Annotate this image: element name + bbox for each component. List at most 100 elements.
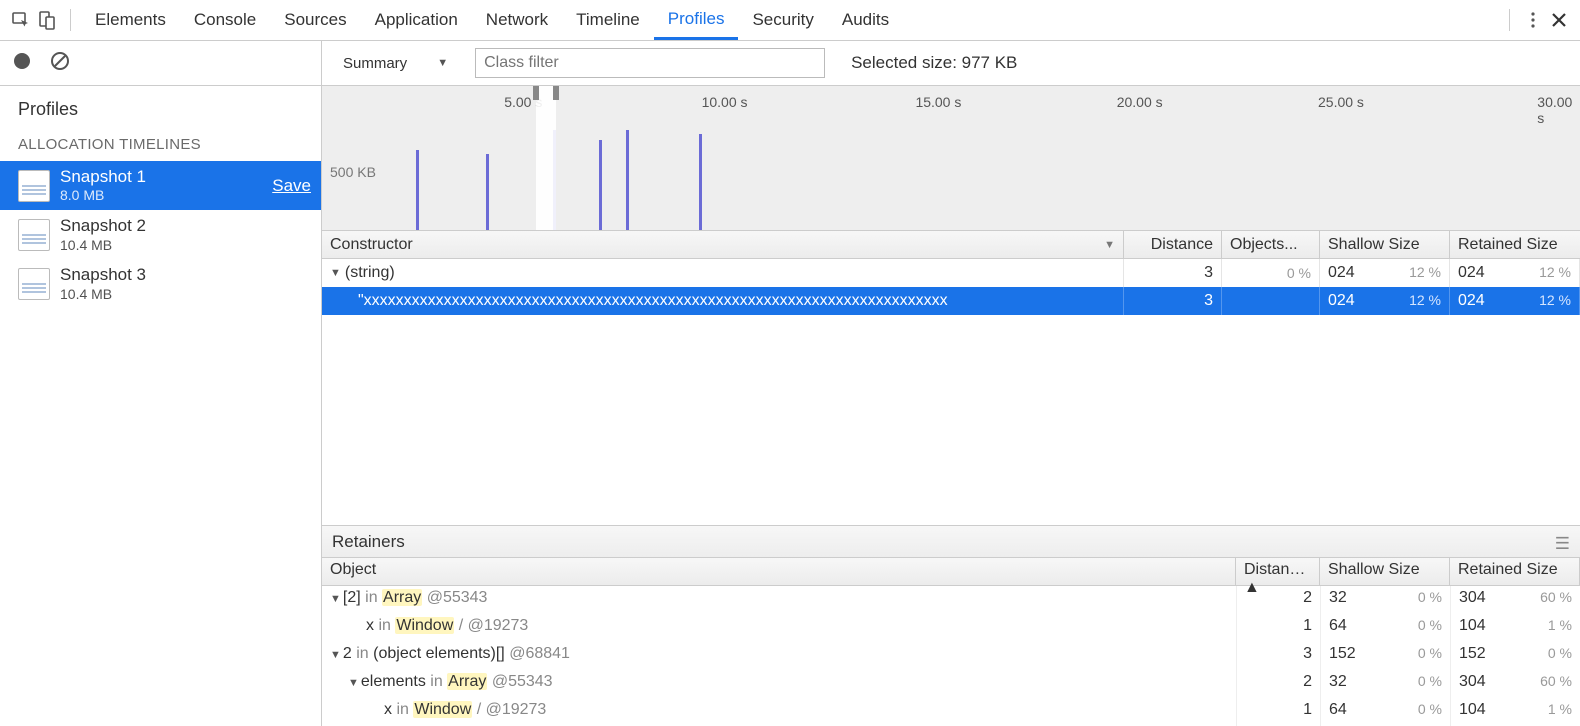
selection-handle[interactable]: [533, 86, 539, 100]
header-constructor[interactable]: Constructor▼: [322, 231, 1124, 258]
timeline-selection[interactable]: [536, 86, 556, 230]
hamburger-icon[interactable]: ☰: [1555, 534, 1570, 554]
timeline-ylabel: 500 KB: [330, 164, 376, 180]
retainer-row[interactable]: ▼[2] in Array @55343 2 320 % 30460 %: [322, 586, 1580, 614]
snapshot-icon: [18, 170, 50, 202]
snapshot-item[interactable]: Snapshot 1 8.0 MB Save: [0, 161, 321, 210]
allocation-bar: [416, 150, 419, 230]
header-shallow2[interactable]: Shallow Size: [1320, 558, 1450, 585]
allocation-timeline[interactable]: 500 KB 5.00 s10.00 s15.00 s20.00 s25.00 …: [322, 86, 1580, 231]
view-select[interactable]: Summary ▼: [334, 50, 457, 77]
tab-console[interactable]: Console: [180, 0, 270, 40]
snapshot-name: Snapshot 3: [60, 265, 311, 285]
inspect-icon[interactable]: [8, 7, 34, 33]
separator: [70, 9, 71, 31]
timeline-tick: 30.00 s: [1537, 94, 1572, 126]
retainers-table-body: ▼[2] in Array @55343 2 320 % 30460 % x i…: [322, 586, 1580, 726]
tab-profiles[interactable]: Profiles: [654, 0, 739, 40]
header-object[interactable]: Object: [322, 558, 1236, 585]
header-distance[interactable]: Distance: [1124, 231, 1222, 258]
profiles-sidebar: Profiles ALLOCATION TIMELINES Snapshot 1…: [0, 41, 322, 726]
retainers-table-header: Object Distan…▲ Shallow Size Retained Si…: [322, 558, 1580, 586]
tab-audits[interactable]: Audits: [828, 0, 903, 40]
snapshot-icon: [18, 219, 50, 251]
tab-security[interactable]: Security: [738, 0, 827, 40]
retainer-row[interactable]: ▼2 in (object elements)[] @68841 3 1520 …: [322, 642, 1580, 670]
cell-shallow: 1520 %: [1320, 642, 1450, 670]
timeline-tick: 15.00 s: [915, 94, 961, 110]
retainer-suffix: @55343: [422, 589, 487, 606]
cell-retained: 30460 %: [1450, 670, 1580, 698]
sidebar-title: Profiles: [0, 86, 321, 126]
header-shallow[interactable]: Shallow Size: [1320, 231, 1450, 258]
retainer-row[interactable]: ▼elements in Array @55343 2 320 % 30460 …: [322, 670, 1580, 698]
tab-timeline[interactable]: Timeline: [562, 0, 654, 40]
retainer-suffix: @68841: [505, 645, 570, 662]
retainer-suffix: / @19273: [472, 701, 546, 718]
cell-shallow: 640 %: [1320, 614, 1450, 642]
separator: [1509, 9, 1510, 31]
devtools-tabs: ElementsConsoleSourcesApplicationNetwork…: [0, 0, 1580, 41]
tab-network[interactable]: Network: [472, 0, 562, 40]
retainer-row[interactable]: x in Window / @19273 1 640 % 1041 %: [322, 614, 1580, 642]
constructor-text: (string): [345, 264, 395, 282]
snapshot-item[interactable]: Snapshot 3 10.4 MB: [0, 259, 321, 308]
timeline-tick: 10.00 s: [702, 94, 748, 110]
header-retained[interactable]: Retained Size: [1450, 231, 1580, 258]
allocation-bar: [699, 134, 702, 230]
cell-retained: 30460 %: [1450, 586, 1580, 614]
tab-application[interactable]: Application: [361, 0, 472, 40]
view-select-label: Summary: [343, 55, 407, 72]
kebab-icon[interactable]: [1520, 7, 1546, 33]
header-distance2[interactable]: Distan…▲: [1236, 558, 1320, 585]
controls-bar: Summary ▼ Selected size: 977 KB: [322, 41, 1580, 86]
cell-shallow: 320 %: [1320, 586, 1450, 614]
close-icon[interactable]: [1546, 7, 1572, 33]
header-objects[interactable]: Objects...: [1222, 231, 1320, 258]
timeline-tick: 20.00 s: [1117, 94, 1163, 110]
retainers-title: Retainers: [332, 532, 405, 552]
header-retained2[interactable]: Retained Size: [1450, 558, 1580, 585]
cell-distance: 1: [1236, 698, 1320, 726]
cell-objects: 0 %: [1222, 259, 1320, 287]
allocation-bar: [599, 140, 602, 230]
snapshot-size: 8.0 MB: [60, 187, 272, 204]
cell-retained: 02412 %: [1450, 259, 1580, 287]
table-row[interactable]: "xxxxxxxxxxxxxxxxxxxxxxxxxxxxxxxxxxxxxxx…: [322, 287, 1580, 315]
cell-distance: 1: [1236, 614, 1320, 642]
cell-distance: 2: [1236, 586, 1320, 614]
cell-shallow: 320 %: [1320, 670, 1450, 698]
cell-shallow: 02412 %: [1320, 287, 1450, 315]
tab-elements[interactable]: Elements: [81, 0, 180, 40]
record-icon[interactable]: [12, 51, 32, 75]
device-icon[interactable]: [34, 7, 60, 33]
snapshot-size: 10.4 MB: [60, 237, 311, 254]
cell-retained: 1041 %: [1450, 614, 1580, 642]
retainer-row[interactable]: x in Window / @19273 1 640 % 1041 %: [322, 698, 1580, 726]
disclosure-icon[interactable]: ▼: [330, 649, 341, 661]
tab-sources[interactable]: Sources: [270, 0, 360, 40]
disclosure-icon[interactable]: ▼: [348, 677, 359, 689]
cell-distance: 3: [1124, 259, 1222, 287]
cell-shallow: 640 %: [1320, 698, 1450, 726]
class-filter-input[interactable]: [475, 48, 825, 78]
snapshot-item[interactable]: Snapshot 2 10.4 MB: [0, 210, 321, 259]
table-row[interactable]: ▼ (string) 3 0 % 02412 % 02412 %: [322, 259, 1580, 287]
disclosure-icon[interactable]: ▼: [330, 267, 341, 279]
retainer-prefix: x: [384, 701, 392, 718]
cell-objects: [1222, 287, 1320, 315]
retainer-prefix: 2: [343, 645, 352, 662]
retainers-header: Retainers ☰: [322, 526, 1580, 558]
selection-handle[interactable]: [553, 86, 559, 100]
main-panel: Summary ▼ Selected size: 977 KB 500 KB 5…: [322, 41, 1580, 726]
sidebar-section: ALLOCATION TIMELINES: [0, 126, 321, 161]
disclosure-icon[interactable]: ▼: [330, 593, 341, 605]
cell-retained: 1520 %: [1450, 642, 1580, 670]
snapshot-name: Snapshot 2: [60, 216, 311, 236]
snapshot-icon: [18, 268, 50, 300]
cell-shallow: 02412 %: [1320, 259, 1450, 287]
clear-icon[interactable]: [50, 51, 70, 75]
cell-retained: 02412 %: [1450, 287, 1580, 315]
save-link[interactable]: Save: [272, 176, 311, 196]
retainer-prefix: elements: [361, 673, 426, 690]
